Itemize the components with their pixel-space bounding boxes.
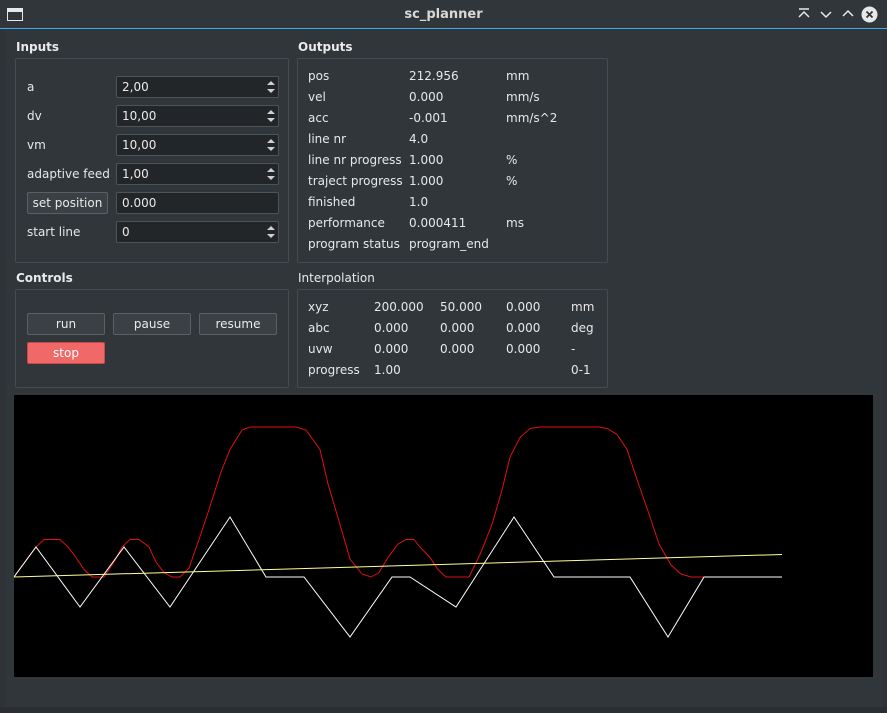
interpolation-title: Interpolation: [298, 271, 375, 285]
output-label: line nr progress: [308, 153, 402, 167]
close-icon[interactable]: [861, 6, 878, 23]
interpolation-label: progress: [308, 363, 360, 377]
interpolation-unit: 0-1: [571, 363, 591, 377]
output-label: vel: [308, 90, 326, 104]
output-value: 212.956: [409, 69, 459, 83]
window-bottom-border: [0, 707, 887, 713]
plot-canvas: [14, 426, 783, 638]
a-spinbox[interactable]: 2,00: [116, 76, 279, 98]
keep-above-icon[interactable]: [796, 6, 812, 22]
input-label-a: a: [27, 80, 35, 94]
input-label-vm: vm: [27, 138, 46, 152]
output-value: program_end: [409, 237, 489, 251]
dv-spinbox[interactable]: 10,00: [116, 105, 279, 127]
plot-series-2: [14, 554, 783, 578]
controls-title: Controls: [16, 271, 73, 285]
title-bar: sc_planner: [0, 0, 887, 29]
output-unit: %: [506, 153, 518, 167]
trajectory-plot: [14, 395, 873, 677]
input-label-dv: dv: [27, 109, 42, 123]
interpolation-v3: 0.000: [506, 342, 541, 356]
interpolation-v1: 0.000: [374, 321, 409, 335]
stop-button[interactable]: stop: [27, 342, 105, 364]
interpolation-label: abc: [308, 321, 330, 335]
input-label-adaptive-feed: adaptive feed: [27, 167, 110, 181]
output-label: line nr: [308, 132, 347, 146]
maximize-icon[interactable]: [840, 6, 856, 22]
interpolation-v1: 1.00: [374, 363, 401, 377]
output-value: 1.0: [409, 195, 429, 209]
output-label: finished: [308, 195, 356, 209]
set-position-field[interactable]: 0.000: [116, 192, 279, 214]
output-value: -0.001: [409, 111, 448, 125]
spin-arrows-icon[interactable]: [266, 79, 276, 95]
output-unit: %: [506, 174, 518, 188]
output-value: 1.000: [409, 153, 444, 167]
output-value: 0.000411: [409, 216, 467, 230]
output-label: traject progress: [308, 174, 403, 188]
vm-spinbox[interactable]: 10,00: [116, 134, 279, 156]
pause-button[interactable]: pause: [113, 313, 191, 335]
output-label: pos: [308, 69, 330, 83]
output-unit: mm/s: [506, 90, 540, 104]
adaptive-feed-spinbox[interactable]: 1,00: [116, 163, 279, 185]
window-title: sc_planner: [404, 7, 483, 22]
output-label: performance: [308, 216, 385, 230]
output-value: 0.000: [409, 90, 444, 104]
interpolation-panel: xyz 200.000 50.000 0.000 mm abc 0.000 0.000 0.00…: [297, 289, 608, 388]
minimize-icon[interactable]: [818, 6, 834, 22]
plot-series-1: [14, 516, 782, 638]
input-label-start-line: start line: [27, 225, 81, 239]
interpolation-unit: deg: [571, 321, 594, 335]
spin-arrows-icon[interactable]: [266, 137, 276, 153]
set-position-button[interactable]: set position: [27, 192, 108, 214]
output-unit: mm/s^2: [506, 111, 558, 125]
interpolation-v1: 200.000: [374, 300, 424, 314]
output-value: 4.0: [409, 132, 429, 146]
spin-arrows-icon[interactable]: [266, 224, 276, 240]
interpolation-label: xyz: [308, 300, 329, 314]
output-value: 1.000: [409, 174, 444, 188]
output-label: acc: [308, 111, 329, 125]
outputs-panel: pos 212.956 mm vel 0.000 mm/s acc -0.001 mm/s^2 l…: [297, 58, 608, 263]
output-unit: ms: [506, 216, 524, 230]
interpolation-v3: 0.000: [506, 300, 541, 314]
interpolation-v1: 0.000: [374, 342, 409, 356]
output-label: program status: [308, 237, 400, 251]
interpolation-v2: 50.000: [440, 300, 482, 314]
controls-panel: run pause resume stop: [15, 289, 289, 388]
run-button[interactable]: run: [27, 313, 105, 335]
interpolation-v2: 0.000: [440, 321, 475, 335]
output-unit: mm: [506, 69, 530, 83]
spin-arrows-icon[interactable]: [266, 108, 276, 124]
interpolation-v3: 0.000: [506, 321, 541, 335]
interpolation-v2: 0.000: [440, 342, 475, 356]
interpolation-unit: -: [571, 342, 576, 356]
interpolation-label: uvw: [308, 342, 333, 356]
spin-arrows-icon[interactable]: [266, 166, 276, 182]
interpolation-unit: mm: [571, 300, 595, 314]
inputs-panel: a 2,00 dv 10,00 vm 10,00 adaptive feed 1…: [15, 58, 289, 263]
start-line-spinbox[interactable]: 0: [116, 221, 279, 243]
outputs-title: Outputs: [298, 40, 353, 54]
inputs-title: Inputs: [16, 40, 60, 54]
resume-button[interactable]: resume: [199, 313, 277, 335]
